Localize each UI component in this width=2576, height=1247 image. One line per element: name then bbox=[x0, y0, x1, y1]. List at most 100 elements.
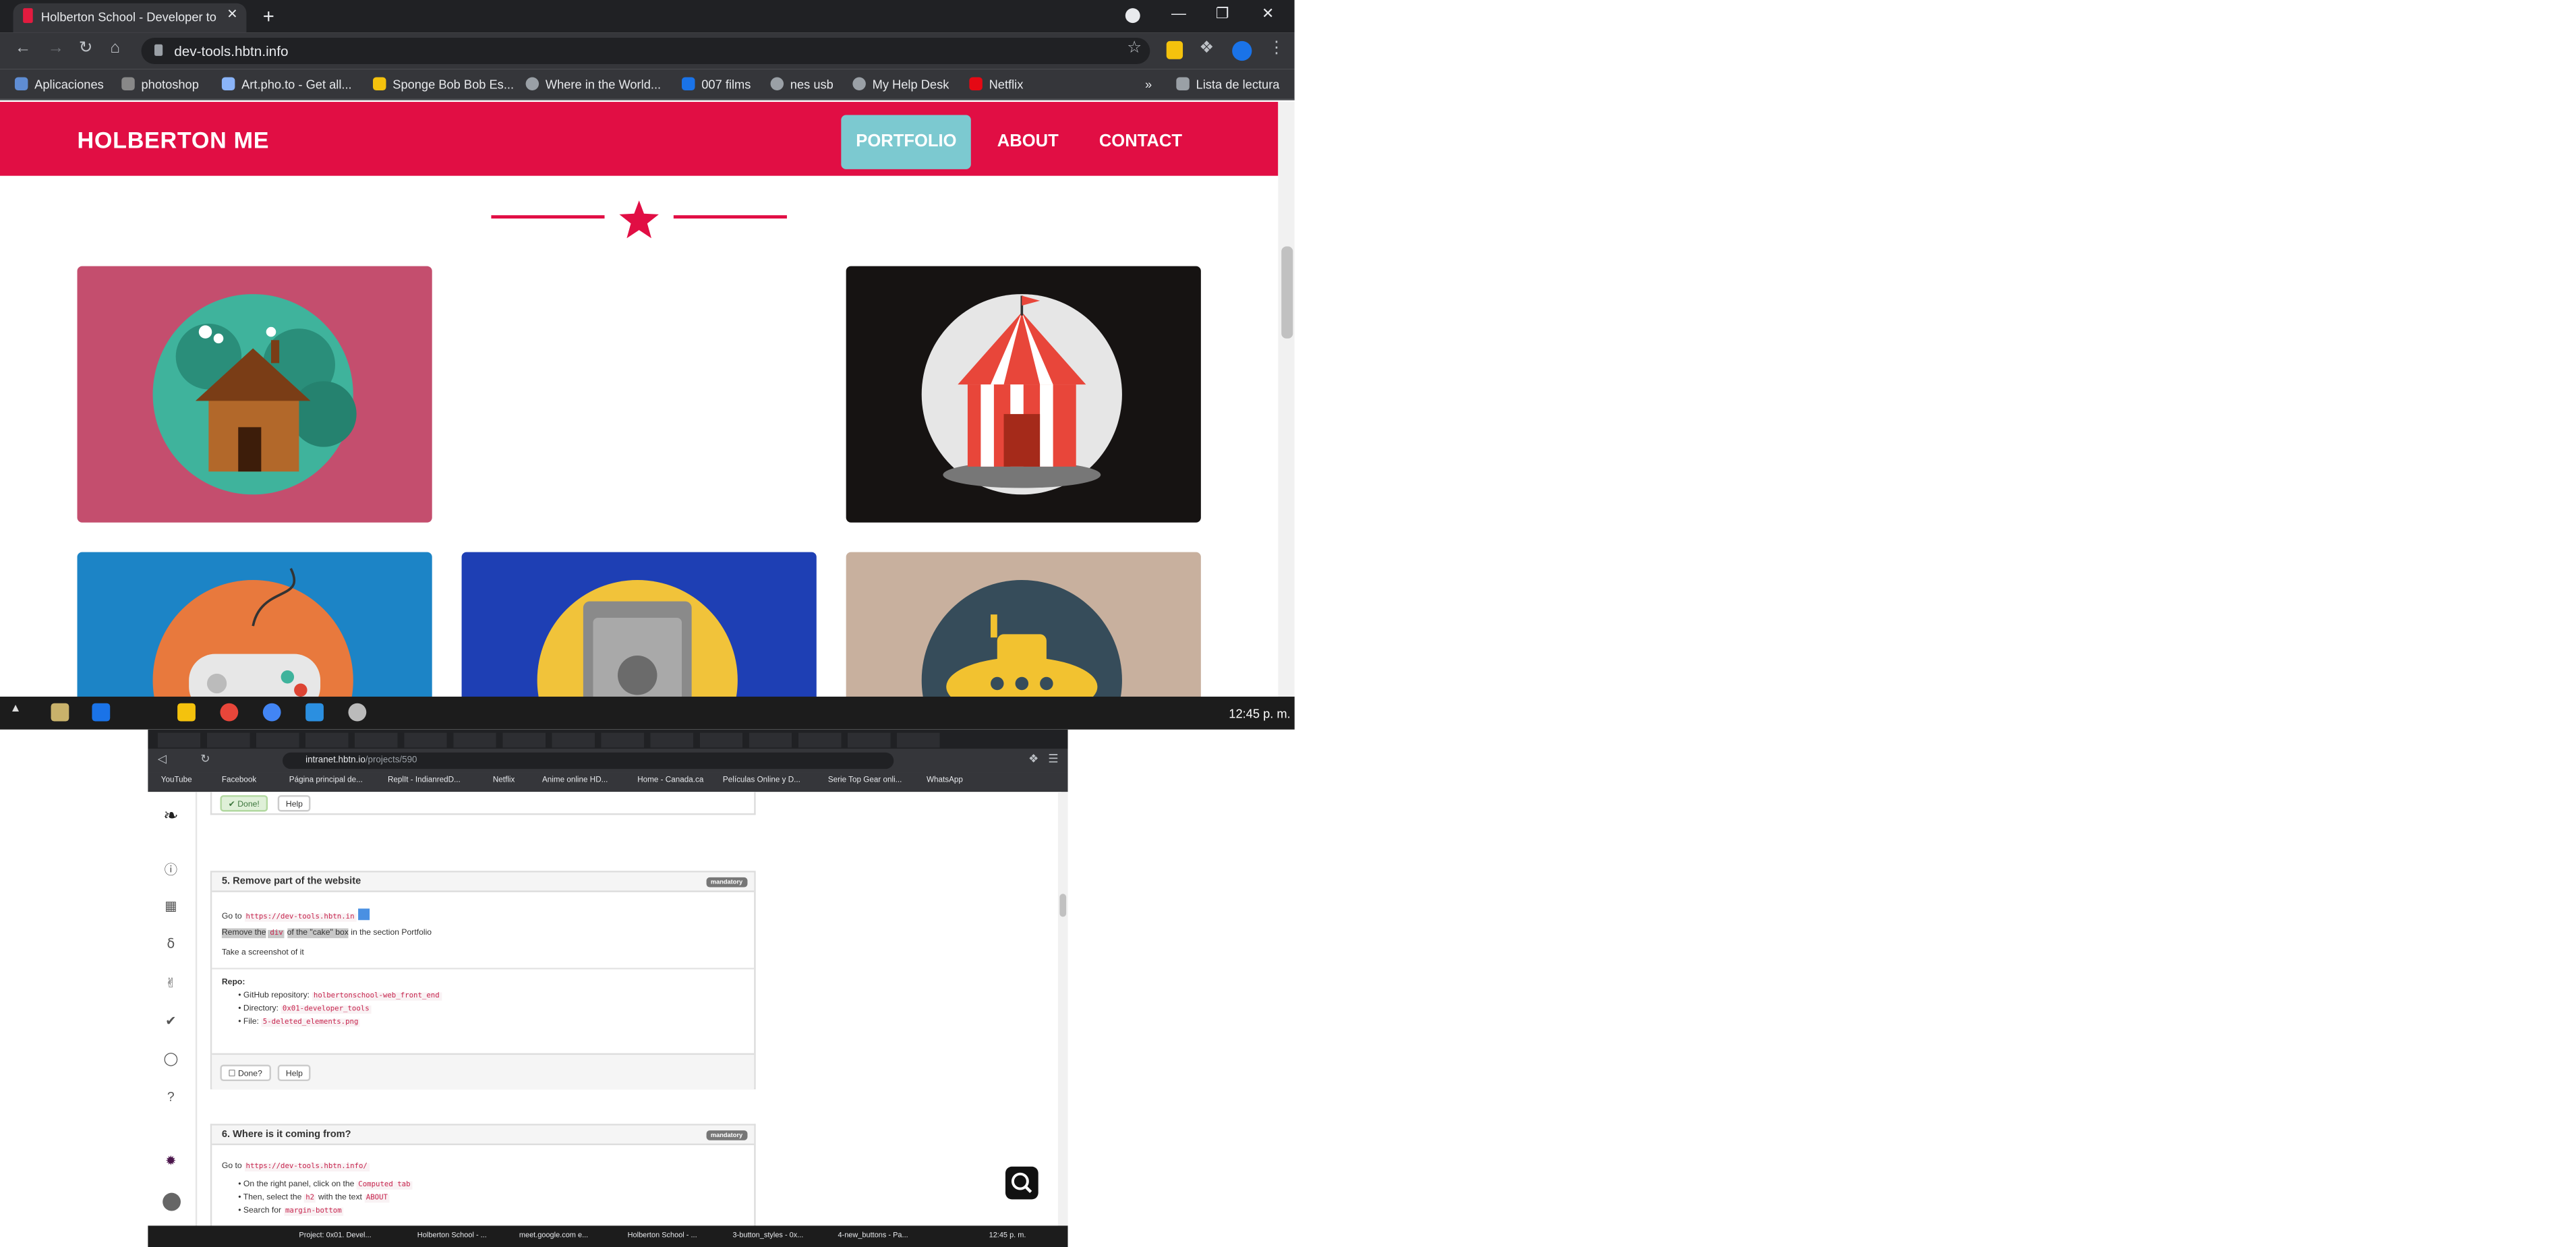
bookmark-item[interactable]: Netflix bbox=[969, 77, 1023, 92]
bookmark-item[interactable]: nes usb bbox=[770, 77, 833, 92]
inner-bookmark[interactable]: Facebook bbox=[222, 777, 256, 785]
bookmark-item[interactable]: Where in the World... bbox=[525, 77, 661, 92]
circus-tent-image bbox=[921, 294, 1122, 495]
bookmark-item[interactable]: My Help Desk bbox=[852, 77, 949, 92]
step-code: ABOUT bbox=[364, 1194, 390, 1203]
reading-list-label: Lista de lectura bbox=[1196, 77, 1280, 92]
inner-bookmark[interactable]: Página principal de... bbox=[289, 777, 363, 785]
check-icon[interactable]: ✔ bbox=[163, 1014, 179, 1030]
help-button[interactable]: Help bbox=[277, 1064, 312, 1082]
brave-icon[interactable] bbox=[220, 703, 239, 722]
portfolio-tile-cabin[interactable] bbox=[77, 266, 432, 523]
extension-icon[interactable] bbox=[1166, 40, 1183, 59]
chat-icon[interactable]: ◯ bbox=[163, 1051, 179, 1068]
new-tab-button[interactable]: + bbox=[263, 5, 274, 28]
inner-back-icon[interactable]: ◁ bbox=[158, 753, 167, 765]
task-5-link[interactable]: https://dev-tools.hbtn.in bbox=[244, 913, 356, 922]
inner-bookmark[interactable]: ReplIt - IndianredD... bbox=[388, 777, 461, 785]
extensions-puzzle-icon[interactable]: ❖ bbox=[1199, 39, 1214, 57]
portfolio-tile-safe[interactable] bbox=[461, 552, 817, 697]
inner-taskbar-item[interactable]: Holberton School - ... bbox=[628, 1231, 697, 1239]
taskbar-search-icon[interactable]: ▲ bbox=[10, 703, 28, 722]
inner-scrollbar-thumb[interactable] bbox=[1059, 894, 1067, 917]
reading-list-icon bbox=[1176, 77, 1190, 90]
inner-extensions-icon[interactable]: ❖ bbox=[1028, 753, 1038, 765]
bookmark-item[interactable]: Sponge Bob Bob Es... bbox=[373, 77, 514, 92]
help-button-prev[interactable]: Help bbox=[277, 795, 312, 812]
apps-grid-icon bbox=[14, 77, 28, 90]
profile-avatar[interactable] bbox=[1232, 40, 1252, 61]
media-control-icon[interactable] bbox=[1125, 8, 1140, 24]
nav-portfolio[interactable]: PORTFOLIO bbox=[841, 115, 972, 169]
close-window-icon[interactable]: ✕ bbox=[1262, 5, 1274, 23]
inner-bookmark[interactable]: Anime online HD... bbox=[542, 777, 608, 785]
nav-contact[interactable]: CONTACT bbox=[1084, 115, 1197, 169]
done-button[interactable]: ☐ Done? bbox=[220, 1064, 271, 1082]
done-button-prev[interactable]: ✔ Done! bbox=[220, 795, 268, 812]
slack-icon[interactable]: ✹ bbox=[163, 1153, 179, 1169]
forward-icon[interactable]: → bbox=[48, 39, 64, 57]
file-explorer-icon[interactable] bbox=[177, 703, 196, 722]
app-icon[interactable] bbox=[348, 703, 367, 722]
home-icon[interactable]: ⌂ bbox=[110, 39, 120, 57]
task-6-link[interactable]: https://dev-tools.hbtn.info/ bbox=[244, 1163, 370, 1172]
portfolio-tile-circus[interactable] bbox=[846, 266, 1201, 523]
inner-reload-icon[interactable]: ↻ bbox=[200, 753, 210, 765]
translate-icon[interactable] bbox=[357, 908, 370, 921]
inner-bookmark[interactable]: WhatsApp bbox=[927, 777, 963, 785]
help-icon[interactable]: ? bbox=[163, 1089, 179, 1105]
restore-icon[interactable]: ❐ bbox=[1216, 5, 1229, 23]
inner-taskbar-item[interactable]: Project: 0x01. Devel... bbox=[299, 1231, 371, 1239]
bookmark-item[interactable]: Art.pho.to - Get all... bbox=[221, 77, 352, 92]
portfolio-tile-submarine[interactable] bbox=[846, 552, 1201, 697]
holberton-logo-icon[interactable]: ❧ bbox=[163, 805, 179, 826]
bookmarks-overflow-button[interactable]: » bbox=[1145, 78, 1152, 92]
user-avatar[interactable] bbox=[163, 1192, 181, 1211]
info-icon[interactable]: ⓘ bbox=[163, 861, 179, 877]
back-icon[interactable]: ← bbox=[15, 39, 31, 57]
inner-bookmark[interactable]: Netflix bbox=[493, 777, 515, 785]
search-button[interactable] bbox=[1005, 1166, 1038, 1200]
thumbs-up-icon[interactable]: ✌ bbox=[163, 976, 179, 992]
instr-part: in the section Portfolio bbox=[348, 928, 432, 939]
chrome-icon[interactable] bbox=[262, 703, 281, 722]
inner-bookmark[interactable]: Serie Top Gear onli... bbox=[828, 777, 902, 785]
inner-address-bar[interactable]: intranet.hbtn.io/projects/590 bbox=[283, 752, 894, 770]
task-6-header: 6. Where is it coming from? bbox=[212, 1125, 755, 1146]
portfolio-tile-controller[interactable] bbox=[77, 552, 432, 697]
reading-list-button[interactable]: Lista de lectura bbox=[1176, 77, 1280, 92]
scrollbar-thumb[interactable] bbox=[1281, 246, 1293, 339]
reload-icon[interactable]: ↻ bbox=[79, 39, 92, 57]
bookmark-item[interactable]: photoshop bbox=[121, 77, 199, 92]
store-icon[interactable] bbox=[51, 703, 69, 722]
page-scrollbar[interactable] bbox=[1278, 102, 1295, 697]
inner-bookmark[interactable]: Home - Canada.ca bbox=[637, 777, 703, 785]
inner-taskbar-clock[interactable]: 12:45 p. m. bbox=[989, 1231, 1026, 1239]
inner-bookmark[interactable]: Películas Online y D... bbox=[723, 777, 800, 785]
nav-about[interactable]: ABOUT bbox=[983, 115, 1074, 169]
inner-taskbar-item[interactable]: 3-button_styles - 0x... bbox=[733, 1231, 804, 1239]
taskbar: ▲ 12:45 p. m. bbox=[0, 696, 1295, 730]
branch-icon[interactable]: ẟ bbox=[163, 937, 179, 953]
bookmark-star-icon[interactable]: ☆ bbox=[1127, 39, 1142, 57]
inner-menu-icon[interactable]: ☰ bbox=[1048, 753, 1058, 765]
inner-scrollbar[interactable] bbox=[1057, 792, 1068, 1236]
inner-taskbar-item[interactable]: Holberton School - ... bbox=[417, 1231, 487, 1239]
address-bar[interactable]: dev-tools.hbtn.info ☆ bbox=[141, 38, 1150, 65]
calendar-icon[interactable]: ▦ bbox=[163, 899, 179, 915]
minimize-icon[interactable]: — bbox=[1171, 5, 1186, 21]
bookmark-item[interactable]: 007 films bbox=[682, 77, 751, 92]
task-card-5: 5. Remove part of the website mandatory … bbox=[210, 871, 756, 1090]
vscode-icon[interactable] bbox=[305, 703, 324, 722]
mail-icon[interactable] bbox=[92, 703, 111, 722]
site-logo[interactable]: HOLBERTON ME bbox=[78, 127, 270, 153]
inner-taskbar-item[interactable]: 4-new_buttons - Pa... bbox=[838, 1231, 908, 1239]
inner-taskbar-item[interactable]: meet.google.com e... bbox=[519, 1231, 588, 1239]
close-tab-icon[interactable]: ✕ bbox=[227, 7, 237, 22]
bookmark-item[interactable]: Aplicaciones bbox=[14, 77, 104, 92]
menu-kebab-icon[interactable]: ⋮ bbox=[1268, 39, 1285, 57]
inner-bookmark[interactable]: YouTube bbox=[161, 777, 192, 785]
inner-tabs[interactable] bbox=[157, 732, 947, 748]
browser-tab[interactable]: Holberton School - Developer to bbox=[13, 3, 247, 33]
taskbar-clock[interactable]: 12:45 p. m. bbox=[1229, 707, 1290, 722]
